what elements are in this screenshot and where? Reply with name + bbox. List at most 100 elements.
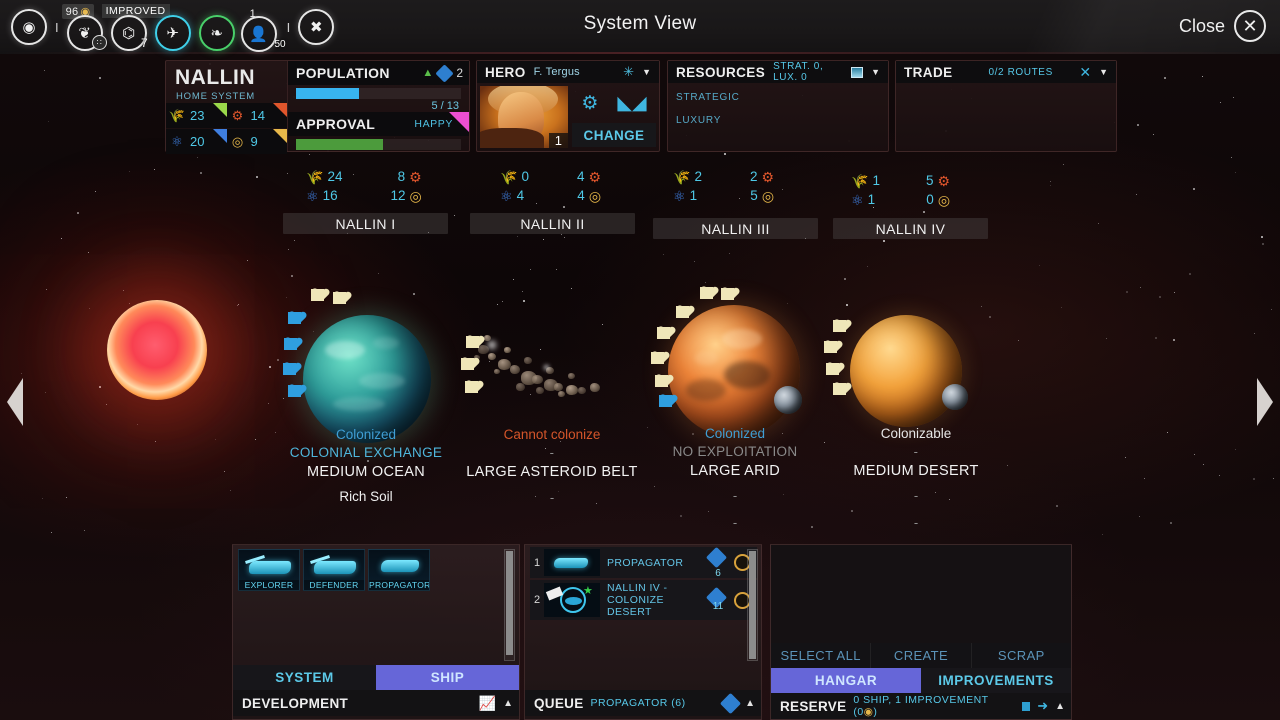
wheat-icon: 🌾 xyxy=(851,174,868,188)
tab-improvements[interactable]: IMPROVEMENTS xyxy=(921,668,1071,693)
stat-science-value: 4 xyxy=(517,188,525,203)
stat-food: 🌾 2 xyxy=(673,168,702,185)
create-button[interactable]: CREATE xyxy=(871,643,971,668)
system-fidsi-row-1: 🌾 23 ⚙ 14 xyxy=(166,102,287,128)
select-all-button[interactable]: SELECT ALL xyxy=(771,643,871,668)
hero-portrait[interactable]: 1 xyxy=(480,86,568,148)
next-system-arrow[interactable] xyxy=(1257,378,1273,426)
industry-corner xyxy=(273,103,287,117)
reserve-summary-tail: ) xyxy=(873,706,877,718)
stat-science: ⚛ 1 xyxy=(673,187,702,204)
stat-food-value: 0 xyxy=(521,169,529,184)
stat-dust: 12 ◎ xyxy=(390,187,421,204)
gears-icon: ⚙ xyxy=(227,108,249,124)
queue-panel-scrollbar[interactable] xyxy=(747,549,758,661)
approval-corner xyxy=(449,112,469,132)
planet-tab-nallin-iii[interactable]: NALLIN III xyxy=(653,218,818,239)
build-card-label: PROPAGATOR xyxy=(369,580,429,590)
stat-food-value: 1 xyxy=(872,173,880,188)
hero-label: HERO xyxy=(485,65,526,80)
planet-tab-nallin-ii[interactable]: NALLIN II xyxy=(470,213,635,234)
build-card-propagator[interactable]: PROPAGATOR xyxy=(368,549,430,591)
system-metrics: POPULATION ▲ 2 5 / 13 APPROVAL HAPPY xyxy=(288,61,469,151)
queue-row[interactable]: 2 ★ NALLIN IV - COLONIZE DESERT 11 xyxy=(530,580,757,620)
close-label: Close xyxy=(1179,16,1225,37)
resources-panel: RESOURCES STRAT. 0, LUX. 0 ▼ STRATEGIC L… xyxy=(667,60,889,152)
ship-icon xyxy=(544,549,600,576)
hangar-panel: SELECT ALL CREATE SCRAP HANGAR IMPROVEME… xyxy=(770,544,1072,720)
hangar-panel-body xyxy=(771,545,1071,643)
tab-ship[interactable]: SHIP xyxy=(376,665,519,690)
stat-industry: 5 ⚙ xyxy=(926,172,950,189)
queue-item-turns: 11 xyxy=(704,601,732,612)
planet-subtitle: - xyxy=(452,445,652,460)
tab-hangar[interactable]: HANGAR xyxy=(771,668,921,693)
arrow-right-icon[interactable]: ➜ xyxy=(1037,698,1048,714)
system-name: NALLIN xyxy=(166,61,287,90)
scrap-button[interactable]: SCRAP xyxy=(972,643,1071,668)
resources-label: RESOURCES xyxy=(676,65,765,80)
planet-nallin-i[interactable] xyxy=(303,315,431,443)
reserve-footer[interactable]: RESERVE 0 SHIP, 1 IMPROVEMENT (0◉) ➜ ▲ xyxy=(771,693,1071,719)
build-card-explorer[interactable]: EXPLORER xyxy=(238,549,300,591)
build-card-defender[interactable]: DEFENDER xyxy=(303,549,365,591)
chevron-up-icon[interactable]: ▲ xyxy=(745,698,755,709)
prev-system-arrow[interactable] xyxy=(7,378,23,426)
planet-tab-nallin-i[interactable]: NALLIN I xyxy=(283,213,448,234)
chevron-down-icon[interactable]: ▼ xyxy=(871,67,880,77)
planet-extra: - xyxy=(633,515,837,530)
close-button[interactable]: Close ✕ xyxy=(1179,10,1266,42)
diplomacy-icon-wrap[interactable]: ❧ xyxy=(196,6,238,48)
queue-row[interactable]: 1 PROPAGATOR 6 xyxy=(530,547,757,578)
planet-status: Colonized xyxy=(633,426,837,441)
change-hero-button[interactable]: CHANGE xyxy=(572,123,656,147)
stat-industry: 8 ⚙ xyxy=(398,168,422,185)
reserve-mini-icon xyxy=(1022,702,1030,711)
military-icon-wrap[interactable]: ✈ xyxy=(152,6,194,48)
empire-icon-wrap[interactable]: ◉ xyxy=(8,6,50,48)
system-fidsi-row-2: ⚛ 20 ◎ 9 xyxy=(166,128,287,154)
development-footer[interactable]: DEVELOPMENT 📈 ▲ xyxy=(233,690,519,716)
science-corner xyxy=(213,129,227,143)
stat-industry-value: 2 xyxy=(750,169,758,184)
science-icon-wrap[interactable]: IMPROVED ⌬ 7 xyxy=(108,6,150,48)
trade-label: TRADE xyxy=(904,65,953,80)
planet-stats-nallin-i: 🌾 24 ⚛ 16 8 ⚙ 12 ◎ xyxy=(306,168,422,204)
planet-nallin-iii[interactable] xyxy=(668,305,800,437)
build-panel-scrollthumb[interactable] xyxy=(506,551,513,655)
planet-nallin-iv[interactable] xyxy=(850,315,962,427)
queue-footer[interactable]: QUEUE PROPAGATOR (6) ▲ xyxy=(525,690,761,716)
stat-dust-value: 4 xyxy=(577,188,585,203)
population-diamond-icon xyxy=(436,64,454,82)
system-info-panel: NALLIN HOME SYSTEM 🌾 23 ⚙ 14 ⚛ 20 ◎ 9 PO… xyxy=(165,60,470,152)
influence-icon-wrap[interactable]: 96 ◉ ❦ ∷ xyxy=(64,6,106,48)
stat-food-value: 2 xyxy=(694,169,702,184)
chevron-down-icon[interactable]: ▼ xyxy=(642,67,651,77)
planet-anomaly: Rich Soil xyxy=(266,489,466,504)
planet-subtitle: COLONIAL EXCHANGE xyxy=(266,445,466,460)
planet-tab-nallin-iv[interactable]: NALLIN IV xyxy=(833,218,988,239)
close-circle-icon: ✕ xyxy=(1234,10,1266,42)
tab-system[interactable]: SYSTEM xyxy=(233,665,376,690)
chevron-up-icon[interactable]: ▲ xyxy=(503,698,513,709)
system-subtitle: HOME SYSTEM xyxy=(166,90,287,102)
system-identity: NALLIN HOME SYSTEM 🌾 23 ⚙ 14 ⚛ 20 ◎ 9 xyxy=(166,61,288,151)
development-label: DEVELOPMENT xyxy=(242,696,348,711)
stat-dust: 5 ◎ xyxy=(750,187,774,204)
influence-sub-icon: ∷ xyxy=(92,35,107,50)
planet-stats-nallin-iii: 🌾 2 ⚛ 1 2 ⚙ 5 ◎ xyxy=(673,168,774,204)
chevron-up-icon[interactable]: ▲ xyxy=(1055,701,1065,712)
resources-strategic-row: STRATEGIC xyxy=(668,83,888,103)
options-icon-wrap[interactable]: ✖ xyxy=(295,6,337,48)
planet-anomaly: - xyxy=(814,488,1018,503)
queue-panel-scrollthumb[interactable] xyxy=(749,551,756,659)
stat-science-value: 1 xyxy=(690,188,698,203)
build-panel-scrollbar[interactable] xyxy=(504,549,515,661)
chevron-down-icon[interactable]: ▼ xyxy=(1099,67,1108,77)
system-food-stat: 🌾 23 xyxy=(166,103,227,128)
stat-dust-value: 5 xyxy=(750,188,758,203)
population-bar xyxy=(296,88,461,99)
resources-luxury-row: LUXURY xyxy=(668,103,888,126)
military-icon: ✈ xyxy=(155,15,191,51)
population-icon-wrap[interactable]: 1 👤 50 xyxy=(240,6,282,48)
